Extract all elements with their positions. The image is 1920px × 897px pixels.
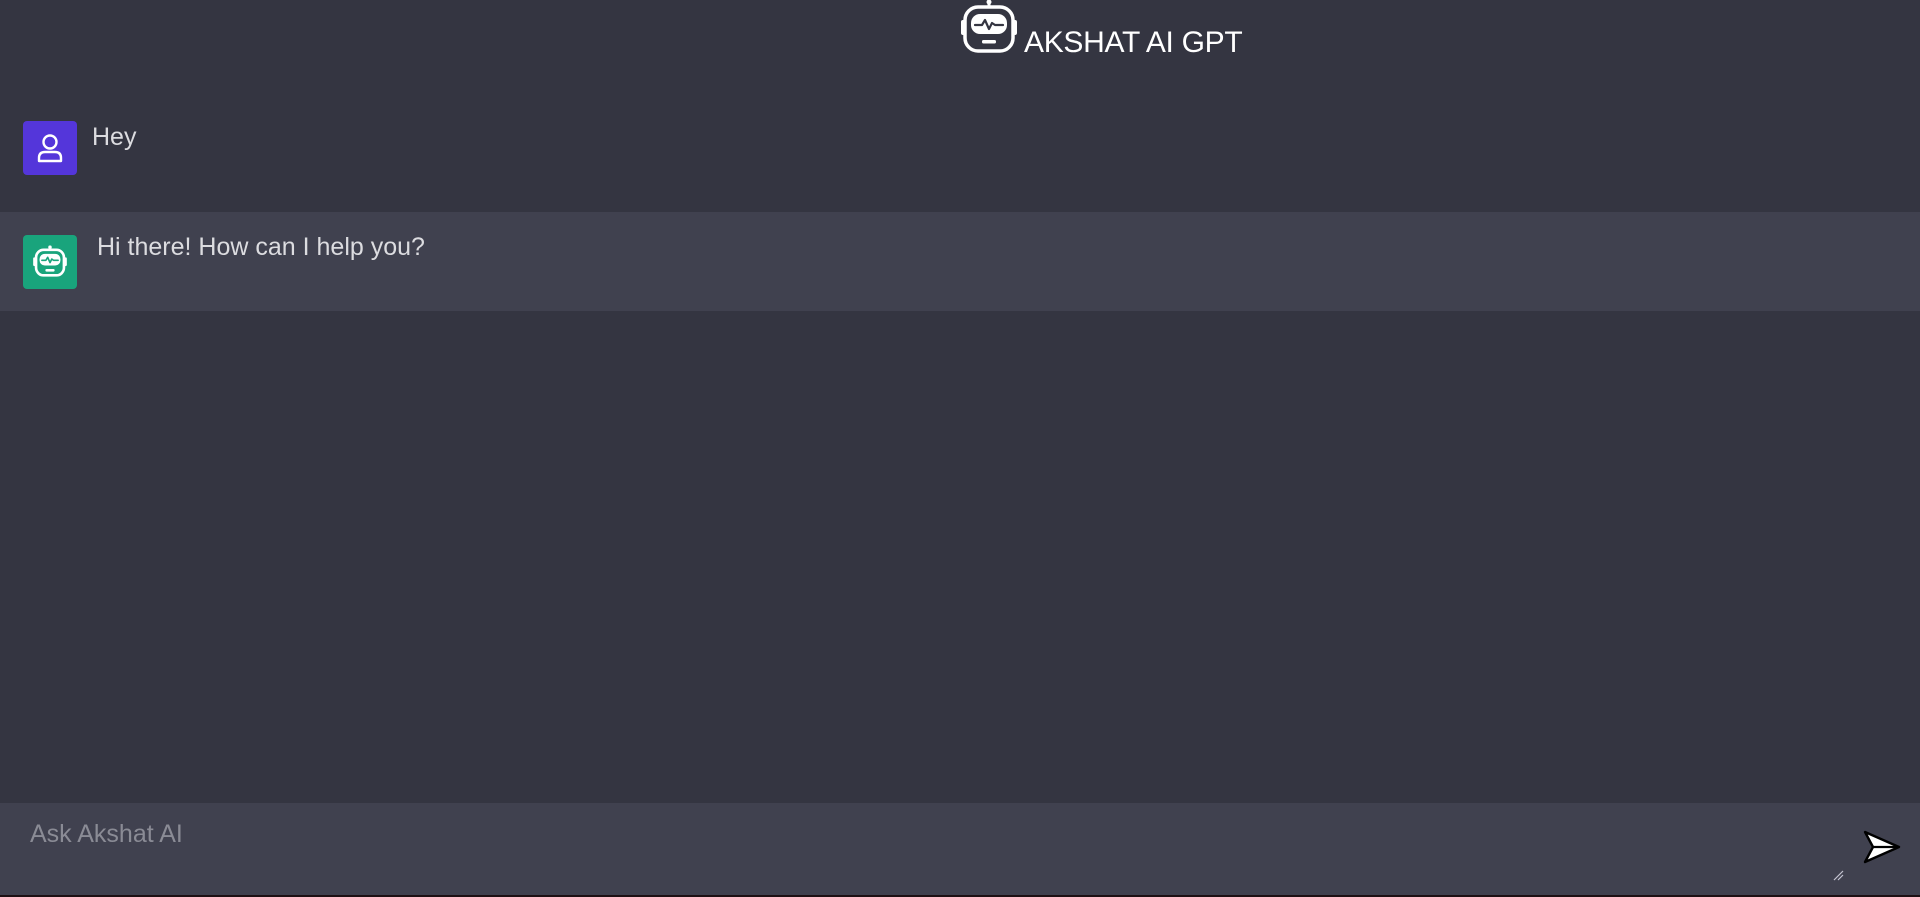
app-header: AKSHAT AI GPT xyxy=(0,0,1920,70)
prompt-input[interactable] xyxy=(18,817,1848,885)
message-composer xyxy=(0,803,1920,897)
robot-icon xyxy=(33,245,67,277)
header-brand: AKSHAT AI GPT xyxy=(958,0,1243,61)
user-avatar xyxy=(23,121,77,175)
send-button[interactable] xyxy=(1862,827,1902,867)
send-icon xyxy=(1863,830,1901,864)
assistant-avatar xyxy=(23,235,77,289)
chat-app: AKSHAT AI GPT Hey Hi there! How can I he… xyxy=(0,0,1920,897)
user-message: Hey xyxy=(0,102,1920,212)
robot-icon xyxy=(961,0,1017,53)
assistant-message-text: Hi there! How can I help you? xyxy=(97,233,425,261)
resize-handle-icon[interactable] xyxy=(1832,869,1844,881)
user-icon xyxy=(37,134,63,163)
user-message-text: Hey xyxy=(92,123,137,151)
app-title: AKSHAT AI GPT xyxy=(1024,26,1243,59)
assistant-message: Hi there! How can I help you? xyxy=(0,212,1920,311)
